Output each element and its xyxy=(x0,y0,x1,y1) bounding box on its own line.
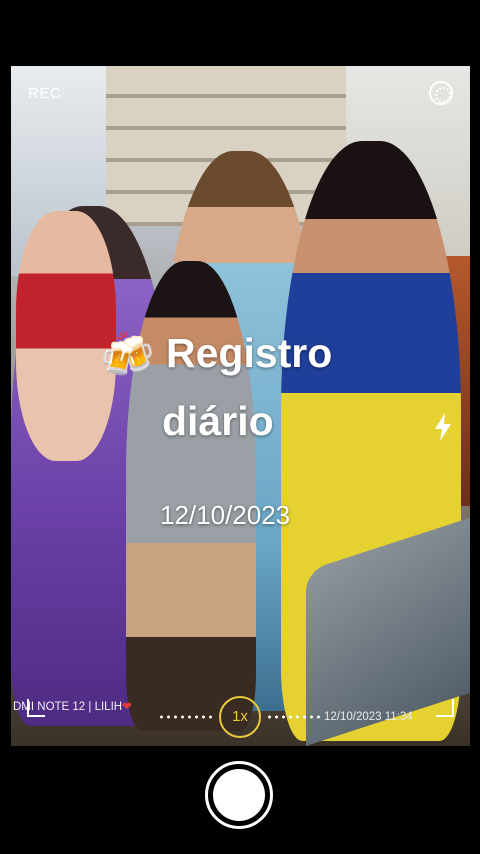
zoom-scale-dots[interactable] xyxy=(266,715,324,719)
shutter-button-inner[interactable] xyxy=(213,769,265,821)
flash-icon[interactable] xyxy=(432,412,454,442)
daily-record-sticker[interactable]: 🍻 Registro diário xyxy=(100,330,390,450)
beer-mugs-icon: 🍻 xyxy=(100,330,155,381)
photo-datestamp: 12/10/2023 11:34 xyxy=(324,711,413,723)
zoom-button[interactable]: 1x xyxy=(219,696,261,738)
sticker-title-line2: diário xyxy=(162,398,274,444)
zoom-scale-dots[interactable] xyxy=(158,715,216,719)
shutter-button[interactable] xyxy=(205,761,273,829)
rec-indicator: REC xyxy=(28,85,62,102)
sticker-date: 12/10/2023 xyxy=(160,500,291,530)
sticker-title-line1: Registro xyxy=(166,330,333,376)
heart-icon: ❤ xyxy=(122,701,132,713)
live-lens-icon[interactable] xyxy=(429,81,453,105)
device-watermark: DMI NOTE 12 | LILIH❤ xyxy=(13,699,132,713)
watermark-text: DMI NOTE 12 | LILIH xyxy=(13,701,123,713)
frame-corner-bracket xyxy=(436,699,454,717)
